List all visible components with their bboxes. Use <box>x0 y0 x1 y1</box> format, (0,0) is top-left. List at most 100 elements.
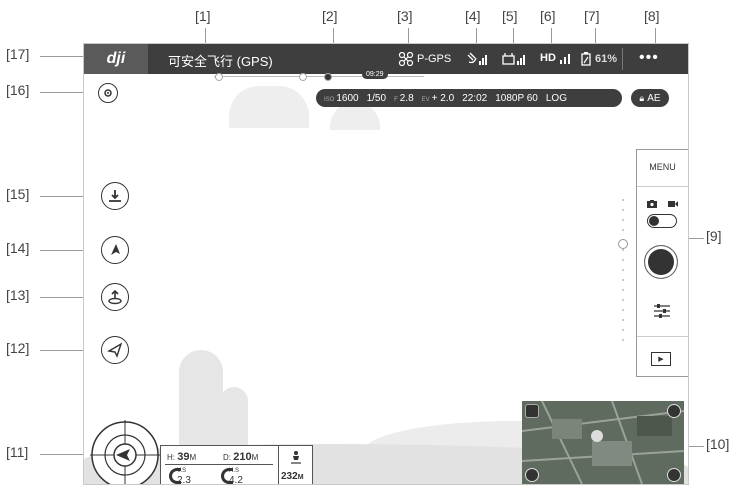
pilot-distance: 232M <box>278 446 313 484</box>
system-status[interactable]: 可安全飞行 (GPS) <box>168 51 273 70</box>
more-button[interactable]: ••• <box>639 49 659 67</box>
callout-2: [2] <box>322 8 338 24</box>
distance-label: D: <box>223 453 231 462</box>
battery-status[interactable]: 61% <box>580 52 617 66</box>
telemetry-divider <box>165 464 273 465</box>
remaining-time: 22:02 <box>462 92 488 104</box>
aperture-value: 2.8 <box>399 92 414 104</box>
shutter-button[interactable] <box>644 245 678 279</box>
pilot-distance-readout: 232M <box>281 471 304 482</box>
video-icon <box>668 201 678 207</box>
callout-15: [15] <box>6 186 30 202</box>
callout-4: [4] <box>465 8 481 24</box>
intelligent-flight-icon <box>111 244 120 255</box>
remote-signal[interactable] <box>502 52 528 66</box>
shutter-value: 1/50 <box>366 92 387 104</box>
progress-dot-current <box>324 73 332 81</box>
callout-1: [1] <box>195 8 211 24</box>
iso-field: ISO 1600 <box>324 93 359 104</box>
clear-flightpath-icon[interactable] <box>667 468 681 482</box>
panel-divider-top <box>637 186 688 187</box>
gps-signal[interactable] <box>466 52 490 66</box>
takeoff-button[interactable] <box>101 182 129 210</box>
aperture-field: F 2.8 <box>394 93 414 104</box>
mini-map[interactable] <box>522 401 684 484</box>
callout-3: [3] <box>397 8 413 24</box>
pilot-distance-unit: M <box>297 474 304 481</box>
ae-lock-button[interactable]: 🔒︎ AE <box>631 89 669 107</box>
battery-icon <box>581 52 591 66</box>
remote-controller-signal-icon <box>502 53 525 65</box>
distance-readout: D: 210M <box>223 451 258 463</box>
attitude-indicator <box>90 420 160 484</box>
battery-percent: 61% <box>595 53 618 65</box>
top-bar: dji 可安全飞行 (GPS) P-GPS HD 61% ••• <box>84 44 688 74</box>
flight-mode[interactable]: P-GPS <box>398 52 451 66</box>
callout-7: [7] <box>584 8 600 24</box>
flight-telemetry: H: 39M D: 210M V.S 2.3 H.S 4.2 232M <box>160 445 313 484</box>
callout-10: [10] <box>706 436 730 452</box>
height-label: H: <box>167 453 175 462</box>
pilot-icon <box>291 451 301 464</box>
vs-value: 2.3 <box>177 475 191 485</box>
callout-17: [17] <box>6 46 30 62</box>
callout-13: [13] <box>6 287 30 303</box>
aperture-label: F <box>394 96 398 103</box>
zoom-map-icon[interactable] <box>525 468 539 482</box>
radar-icon <box>104 89 112 97</box>
intelligent-flight-button[interactable] <box>101 236 129 264</box>
horizontal-speed: H.S 4.2 <box>221 468 243 484</box>
waypoint-mission-button[interactable] <box>101 336 129 364</box>
height-unit: M <box>189 453 197 462</box>
send-icon <box>107 342 123 358</box>
camera-settings-icon[interactable] <box>652 303 672 319</box>
flight-mode-label: P-GPS <box>417 53 452 65</box>
panel-divider-bottom <box>637 336 688 337</box>
gimbal-pitch-slider[interactable] <box>618 199 628 359</box>
toggle-knob <box>649 216 659 226</box>
color-profile: LOG <box>545 92 567 104</box>
hs-label: H.S <box>229 468 240 474</box>
hd-label: HD <box>540 52 556 64</box>
callout-9: [9] <box>706 228 722 244</box>
north-compass-icon[interactable] <box>667 404 681 418</box>
dji-logo[interactable]: dji <box>84 44 148 74</box>
callout-14: [14] <box>6 240 30 256</box>
vertical-speed: V.S 2.3 <box>169 468 191 484</box>
gimbal-scale <box>622 199 624 349</box>
camera-parameters-bar[interactable]: ISO 1600 1/50 F 2.8 EV + 2.0 22:02 1080P 60… <box>316 89 622 107</box>
playback-button[interactable]: ▶ <box>651 352 671 366</box>
hs-value: 4.2 <box>229 475 243 485</box>
flight-time-badge: 09:29 <box>362 70 388 79</box>
play-icon: ▶ <box>658 356 664 363</box>
cloud-left <box>229 86 309 128</box>
topbar-divider <box>622 48 623 70</box>
hd-video-signal[interactable]: HD <box>540 52 573 64</box>
ev-field: EV + 2.0 <box>422 93 455 104</box>
video-resolution: 1080P 60 <box>495 92 538 104</box>
video-signal-icon <box>559 54 570 64</box>
return-home-icon <box>108 289 122 305</box>
distance-unit: M <box>251 453 259 462</box>
return-home-button[interactable] <box>101 283 129 311</box>
camera-control-panel: MENU ▶ <box>636 149 688 377</box>
takeoff-icon <box>109 190 121 202</box>
progress-track <box>214 76 424 77</box>
lock-icon: 🔒︎ <box>639 92 645 103</box>
callout-16: [16] <box>6 82 30 98</box>
callout-8: [8] <box>644 8 660 24</box>
gimbal-handle[interactable] <box>618 239 628 249</box>
map-toggle-icon[interactable] <box>525 404 539 418</box>
callout-11: [11] <box>6 444 29 460</box>
progress-dot-mid <box>299 73 307 81</box>
satellite-signal-icon <box>467 52 487 65</box>
ae-label: AE <box>647 92 661 104</box>
pilot-distance-value: 232 <box>281 471 298 482</box>
menu-button[interactable]: MENU <box>637 162 688 172</box>
app-screen: dji 可安全飞行 (GPS) P-GPS HD 61% ••• 09:29 I… <box>83 43 689 485</box>
photo-video-toggle[interactable] <box>647 214 677 228</box>
callout-5: [5] <box>502 8 518 24</box>
map-imagery <box>522 401 684 484</box>
height-value: 39 <box>177 451 190 463</box>
obstacle-sensing-button[interactable] <box>98 83 118 103</box>
